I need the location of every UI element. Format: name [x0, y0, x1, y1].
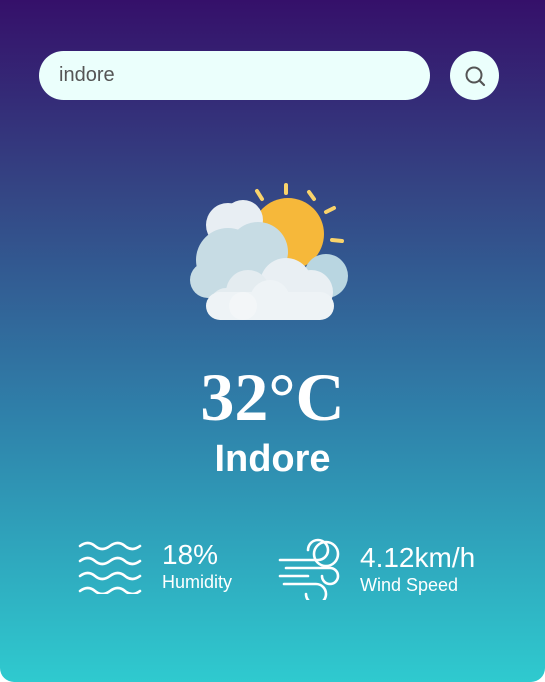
humidity-stat: 18% Humidity — [78, 538, 232, 594]
wind-stat: 4.12km/h Wind Speed — [278, 538, 475, 600]
weather-card: 32°C Indore 18% Humidity — [0, 0, 545, 682]
search-button[interactable] — [450, 51, 499, 100]
humidity-waves-icon — [78, 541, 142, 594]
wind-icon — [278, 538, 340, 600]
wind-value: 4.12km/h — [360, 542, 476, 573]
temperature: 32°C — [200, 359, 345, 435]
humidity-label: Humidity — [162, 572, 233, 592]
sun-behind-clouds-icon — [190, 183, 348, 320]
search-icon — [465, 66, 485, 86]
city-name: Indore — [214, 438, 331, 480]
search-input[interactable] — [39, 51, 430, 100]
wind-label: Wind Speed — [360, 575, 459, 595]
humidity-value: 18% — [162, 539, 219, 570]
